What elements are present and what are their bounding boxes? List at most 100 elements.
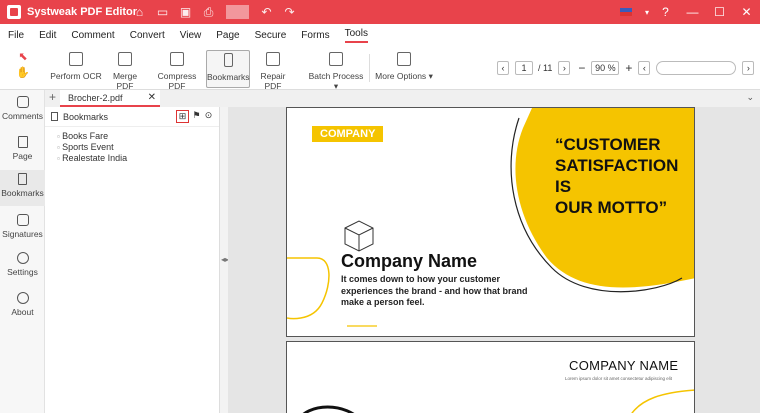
menu-file[interactable]: File <box>8 30 24 41</box>
comment-icon <box>16 96 29 108</box>
company-name-heading: Company Name <box>341 251 478 271</box>
menu-page[interactable]: Page <box>216 30 239 41</box>
panel-splitter[interactable]: ◂▸ <box>220 107 229 413</box>
document-viewer[interactable]: COMPANY “CUSTOMER SATISFACTION IS OUR MO… <box>228 107 760 413</box>
compress-pdf-button[interactable]: Compress PDF <box>150 50 204 91</box>
redo-icon[interactable]: ↷ <box>278 5 301 19</box>
sidebar-item-label: Page <box>12 151 33 161</box>
page-navigator: ‹ 1 / 11 › − 90 % + ‹ › <box>497 61 755 75</box>
app-logo-icon <box>7 5 21 19</box>
more-options-icon <box>397 52 411 66</box>
zoom-out-button[interactable]: − <box>578 61 585 75</box>
bookmark-icon <box>18 173 27 185</box>
batch-process-icon <box>329 52 343 66</box>
home-icon[interactable]: ⌂ <box>128 5 151 19</box>
sidebar-item-label: Bookmarks <box>1 188 44 198</box>
document-tab-label: Brocher-2.pdf <box>68 93 123 103</box>
quick-access-toolbar: ⌂ ▭ ▣ ⎙ ↶ ↷ <box>128 0 301 24</box>
bookmarks-panel: Bookmarks ⊞ ⚑ ⊙ Books Fare Sports Event … <box>45 107 220 413</box>
menu-forms[interactable]: Forms <box>301 30 329 41</box>
next-page-button[interactable]: › <box>558 61 571 75</box>
zoom-in-button[interactable]: + <box>625 61 632 75</box>
print-icon[interactable]: ⎙ <box>197 5 220 20</box>
sidebar-item-signatures[interactable]: Signatures <box>0 214 45 239</box>
merge-icon <box>118 52 132 66</box>
slogan-line: SATISFACTION IS <box>555 156 679 196</box>
perform-ocr-button[interactable]: Perform OCR <box>50 50 102 88</box>
bookmark-item[interactable]: Realestate India <box>57 153 219 164</box>
menu-convert[interactable]: Convert <box>130 30 165 41</box>
tagline-line: It comes down to how your customer <box>341 274 501 284</box>
menu-edit[interactable]: Edit <box>39 30 56 41</box>
language-flag-icon[interactable] <box>620 8 632 16</box>
chevron-down-icon: ▾ <box>428 71 433 81</box>
menu-comment[interactable]: Comment <box>71 30 114 41</box>
page2-subtitle: Lorem ipsum dolor sit amet consectetur a… <box>565 376 673 381</box>
repair-pdf-label: Repair PDF <box>260 71 286 91</box>
compress-icon <box>170 52 184 66</box>
sidebar-item-about[interactable]: About <box>0 292 45 317</box>
title-bar: Systweak PDF Editor ⌂ ▭ ▣ ⎙ ↶ ↷ ▾ ? — ☐ … <box>0 0 760 24</box>
search-input[interactable] <box>656 61 737 75</box>
page2-title: COMPANY NAME <box>569 358 679 373</box>
divider <box>369 54 370 82</box>
slogan: “CUSTOMER SATISFACTION IS OUR MOTTO” <box>555 134 694 218</box>
batch-process-button[interactable]: Batch Process ▾ <box>308 50 364 91</box>
yellow-outline <box>631 389 694 413</box>
signature-icon <box>16 214 29 226</box>
tools-ribbon: ⬉ ✋ Perform OCR Merge PDF Compress PDF B… <box>0 46 760 91</box>
bookmarks-panel-title: Bookmarks <box>63 111 109 122</box>
sidebar-item-settings[interactable]: Settings <box>0 252 45 277</box>
collapse-ribbon-icon[interactable]: ⌄ <box>746 92 754 103</box>
pdf-page: COMPANY “CUSTOMER SATISFACTION IS OUR MO… <box>286 107 695 337</box>
search-prev-button[interactable]: ‹ <box>638 61 651 75</box>
repair-icon <box>266 52 280 66</box>
search-next-button[interactable]: › <box>742 61 755 75</box>
info-icon <box>16 292 29 304</box>
menu-bar: File Edit Comment Convert View Page Secu… <box>0 24 760 46</box>
close-tab-icon[interactable]: ✕ <box>148 92 156 103</box>
sidebar-item-comments[interactable]: Comments <box>0 96 45 121</box>
ocr-icon <box>69 52 83 66</box>
pointer-tools: ⬉ ✋ <box>14 50 32 82</box>
help-icon[interactable]: ? <box>652 5 679 19</box>
page-total: / 11 <box>538 63 553 73</box>
repair-pdf-button[interactable]: Repair PDF <box>253 50 293 91</box>
sidebar-item-label: Settings <box>7 267 38 277</box>
bookmark-item[interactable]: Books Fare <box>57 131 219 142</box>
sidebar-item-page[interactable]: Page <box>0 136 45 161</box>
new-tab-button[interactable]: + <box>49 90 56 104</box>
left-sidebar: Comments Page Bookmarks Signatures Setti… <box>0 90 45 413</box>
sidebar-item-bookmarks[interactable]: Bookmarks <box>0 170 45 206</box>
divider <box>226 5 249 19</box>
close-icon[interactable]: ✕ <box>733 5 760 19</box>
menu-secure[interactable]: Secure <box>255 30 287 41</box>
bookmarks-panel-header: Bookmarks ⊞ ⚑ ⊙ <box>45 107 219 127</box>
open-folder-icon[interactable]: ▭ <box>151 5 174 19</box>
add-bookmark-button[interactable]: ⊞ <box>176 110 189 123</box>
select-cursor-icon[interactable]: ⬉ <box>14 50 32 66</box>
page-icon <box>17 136 28 148</box>
page-number-input[interactable]: 1 <box>515 61 533 75</box>
undo-icon[interactable]: ↶ <box>255 5 278 19</box>
document-tab[interactable]: Brocher-2.pdf ✕ <box>60 90 160 107</box>
bookmarks-tool-button[interactable]: Bookmarks <box>206 50 250 88</box>
bookmark-list: Books Fare Sports Event Realestate India <box>45 127 219 164</box>
chevron-down-icon[interactable]: ▾ <box>642 8 652 17</box>
more-options-label: More Options <box>375 71 427 81</box>
bookmark-options-icon[interactable]: ⊙ <box>202 110 215 123</box>
prev-page-button[interactable]: ‹ <box>497 61 509 75</box>
save-icon[interactable]: ▣ <box>174 5 197 19</box>
menu-view[interactable]: View <box>180 30 202 41</box>
menu-tools[interactable]: Tools <box>344 28 368 43</box>
merge-pdf-button[interactable]: Merge PDF <box>104 50 146 91</box>
sidebar-item-label: Comments <box>1 111 44 121</box>
minimize-icon[interactable]: — <box>679 5 706 19</box>
bookmark-item[interactable]: Sports Event <box>57 142 219 153</box>
zoom-level-input[interactable]: 90 % <box>591 61 620 75</box>
company-badge: COMPANY <box>312 126 384 142</box>
hand-tool-icon[interactable]: ✋ <box>14 66 32 82</box>
compress-pdf-label: Compress PDF <box>157 71 197 91</box>
more-options-button[interactable]: More Options ▾ <box>374 50 434 88</box>
maximize-icon[interactable]: ☐ <box>706 5 733 19</box>
